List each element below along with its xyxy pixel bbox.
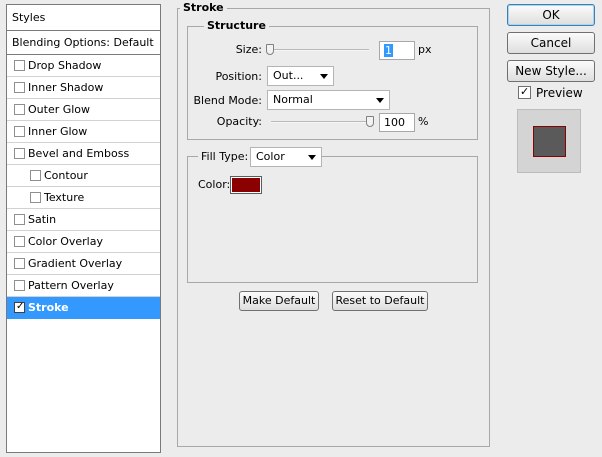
style-item-bevel-emboss[interactable]: Bevel and Emboss xyxy=(7,143,160,165)
size-slider-track[interactable] xyxy=(268,49,369,51)
bevel-emboss-checkbox[interactable] xyxy=(14,148,25,159)
contour-checkbox[interactable] xyxy=(30,170,41,181)
style-item-inner-shadow[interactable]: Inner Shadow xyxy=(7,77,160,99)
position-value: Out... xyxy=(273,69,304,82)
size-unit: px xyxy=(418,43,432,56)
position-dropdown[interactable]: Out... xyxy=(267,66,334,86)
styles-header[interactable]: Styles xyxy=(7,5,160,31)
style-item-label: Outer Glow xyxy=(28,103,91,116)
cancel-button[interactable]: Cancel xyxy=(507,32,595,54)
chevron-down-icon xyxy=(376,98,384,103)
reset-to-default-button[interactable]: Reset to Default xyxy=(332,291,428,311)
position-label: Position: xyxy=(215,70,262,83)
new-style-button[interactable]: New Style... xyxy=(507,60,595,82)
style-item-label: Inner Shadow xyxy=(28,81,104,94)
style-item-satin[interactable]: Satin xyxy=(7,209,160,231)
ok-button[interactable]: OK xyxy=(507,4,595,26)
color-swatch xyxy=(232,178,260,192)
color-swatch-button[interactable] xyxy=(230,176,262,194)
style-item-label: Gradient Overlay xyxy=(28,257,123,270)
style-item-label: Contour xyxy=(44,169,88,182)
style-item-label: Drop Shadow xyxy=(28,59,102,72)
style-item-label: Pattern Overlay xyxy=(28,279,114,292)
satin-checkbox[interactable] xyxy=(14,214,25,225)
style-item-pattern-overlay[interactable]: Pattern Overlay xyxy=(7,275,160,297)
fill-type-label: Fill Type: xyxy=(198,150,251,164)
style-item-inner-glow[interactable]: Inner Glow xyxy=(7,121,160,143)
style-item-gradient-overlay[interactable]: Gradient Overlay xyxy=(7,253,160,275)
fill-type-value: Color xyxy=(256,150,285,163)
opacity-slider-thumb[interactable] xyxy=(366,116,374,127)
style-item-label: Bevel and Emboss xyxy=(28,147,130,160)
drop-shadow-checkbox[interactable] xyxy=(14,60,25,71)
blend-mode-label: Blend Mode: xyxy=(193,94,263,107)
style-item-label: Color Overlay xyxy=(28,235,103,248)
preview-swatch xyxy=(533,126,566,157)
chevron-down-icon xyxy=(308,155,316,160)
style-item-stroke[interactable]: ✓ Stroke xyxy=(7,297,160,319)
blend-mode-value: Normal xyxy=(273,93,313,106)
size-value: 1 xyxy=(384,44,393,57)
opacity-slider-track[interactable] xyxy=(271,121,372,123)
opacity-unit: % xyxy=(418,115,429,128)
style-item-color-overlay[interactable]: Color Overlay xyxy=(7,231,160,253)
size-label: Size: xyxy=(235,43,262,56)
styles-list-panel: Styles Blending Options: Default Drop Sh… xyxy=(6,4,161,453)
structure-group-title: Structure xyxy=(204,19,269,33)
style-item-drop-shadow[interactable]: Drop Shadow xyxy=(7,55,160,77)
size-slider-thumb[interactable] xyxy=(266,44,274,55)
stroke-checkbox[interactable]: ✓ xyxy=(14,301,25,313)
pattern-overlay-checkbox[interactable] xyxy=(14,280,25,291)
color-overlay-checkbox[interactable] xyxy=(14,236,25,247)
style-item-texture[interactable]: Texture xyxy=(7,187,160,209)
texture-checkbox[interactable] xyxy=(30,192,41,203)
inner-glow-checkbox[interactable] xyxy=(14,126,25,137)
size-input[interactable]: 1 xyxy=(379,41,415,60)
style-item-contour[interactable]: Contour xyxy=(7,165,160,187)
style-item-label: Texture xyxy=(44,191,85,204)
preview-thumbnail xyxy=(517,109,581,173)
checkmark-icon: ✓ xyxy=(16,301,25,312)
preview-label: Preview xyxy=(536,86,583,100)
style-item-outer-glow[interactable]: Outer Glow xyxy=(7,99,160,121)
style-item-label: Satin xyxy=(28,213,57,226)
preview-checkbox[interactable]: ✓ xyxy=(518,85,531,99)
outer-glow-checkbox[interactable] xyxy=(14,104,25,115)
blend-mode-dropdown[interactable]: Normal xyxy=(267,90,390,110)
opacity-label: Opacity: xyxy=(216,115,262,128)
checkmark-icon: ✓ xyxy=(520,85,530,98)
style-item-label: Inner Glow xyxy=(28,125,88,138)
style-item-label: Stroke xyxy=(28,301,69,314)
inner-shadow-checkbox[interactable] xyxy=(14,82,25,93)
chevron-down-icon xyxy=(320,74,328,79)
color-label: Color: xyxy=(198,178,231,191)
gradient-overlay-checkbox[interactable] xyxy=(14,258,25,269)
opacity-input[interactable]: 100 xyxy=(379,113,415,132)
blending-options-item[interactable]: Blending Options: Default xyxy=(7,31,160,55)
stroke-group-title: Stroke xyxy=(180,1,227,15)
fill-type-dropdown[interactable]: Color xyxy=(250,147,322,167)
make-default-button[interactable]: Make Default xyxy=(239,291,319,311)
